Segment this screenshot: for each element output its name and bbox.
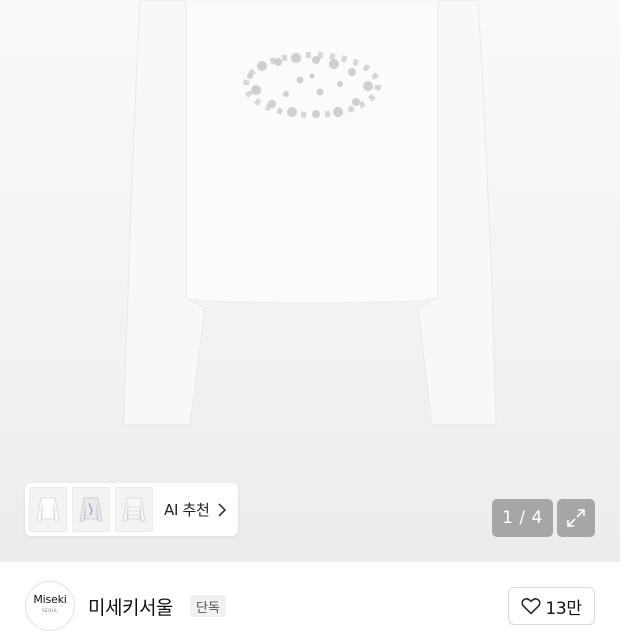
- ai-thumbnail[interactable]: [29, 487, 67, 532]
- product-image-gallery[interactable]: AI 추천 1 / 4: [0, 0, 620, 562]
- ai-thumbnail[interactable]: [72, 487, 110, 532]
- logo-text: Miseki: [33, 593, 67, 606]
- expand-arrows-icon: [567, 509, 585, 527]
- shirt-thumbnail-icon: [79, 497, 103, 521]
- chevron-right-icon: [217, 502, 228, 517]
- expand-image-button[interactable]: [557, 499, 595, 537]
- like-count: 13만: [545, 598, 582, 619]
- ai-thumbnail[interactable]: [115, 487, 153, 532]
- ai-recommend-label: AI 추천: [164, 501, 210, 519]
- ai-recommend-card[interactable]: AI 추천: [25, 483, 238, 536]
- brand-row: Miseki SEOUL 미세키서울 단독 13만: [0, 562, 620, 631]
- brand-name[interactable]: 미세키서울: [88, 593, 173, 620]
- logo-subtext: SEOUL: [42, 608, 58, 613]
- exclusive-badge: 단독: [190, 595, 226, 617]
- brand-logo[interactable]: Miseki SEOUL: [25, 581, 75, 631]
- heart-icon: [521, 598, 541, 615]
- image-page-counter: 1 / 4: [492, 499, 553, 537]
- like-button[interactable]: 13만: [508, 587, 595, 625]
- product-image: [123, 0, 497, 426]
- shirt-thumbnail-icon: [36, 497, 60, 521]
- shirt-thumbnail-icon: [122, 497, 146, 521]
